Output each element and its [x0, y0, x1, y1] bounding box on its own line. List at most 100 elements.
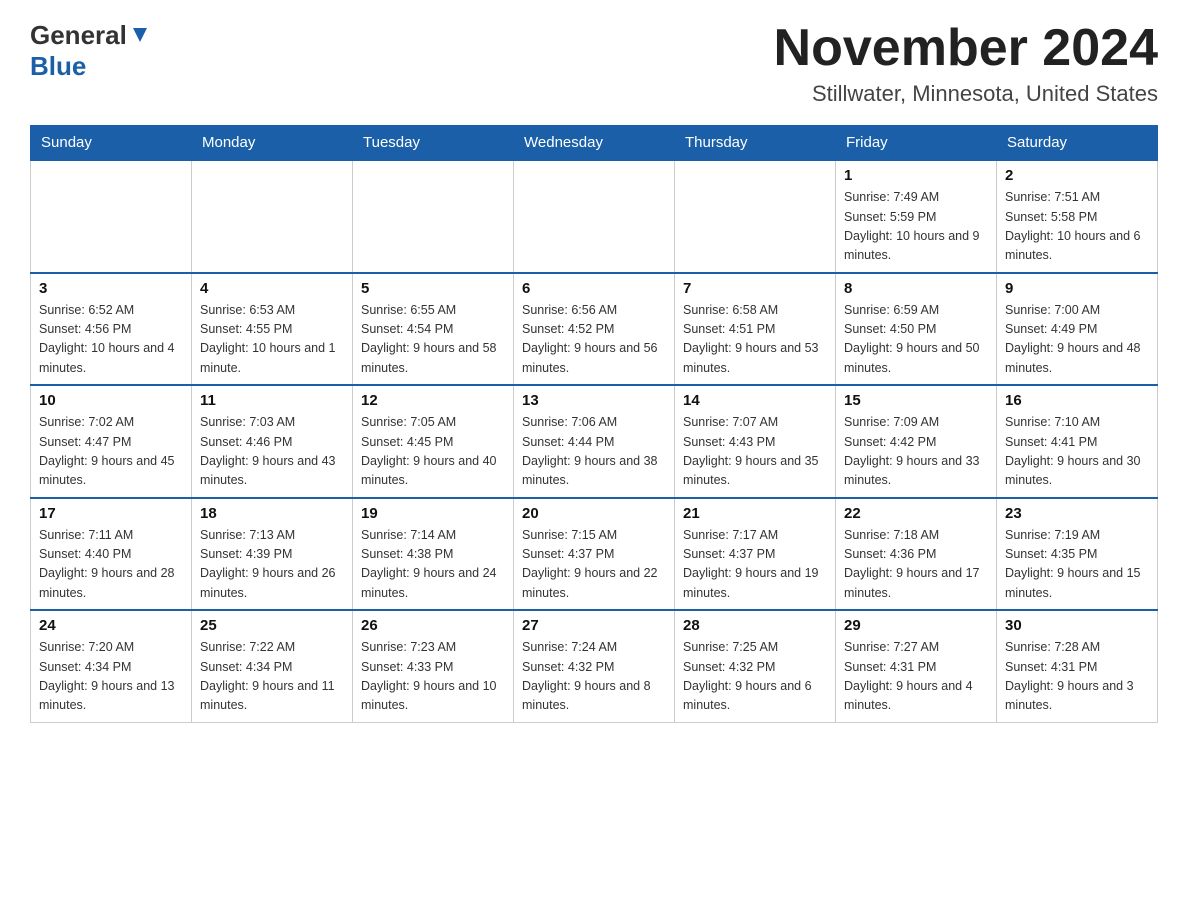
- day-info: Sunrise: 7:06 AM Sunset: 4:44 PM Dayligh…: [522, 413, 666, 491]
- day-info: Sunrise: 6:53 AM Sunset: 4:55 PM Dayligh…: [200, 301, 344, 379]
- calendar-day: [31, 160, 192, 273]
- day-info: Sunrise: 7:07 AM Sunset: 4:43 PM Dayligh…: [683, 413, 827, 491]
- day-number: 29: [844, 617, 988, 634]
- week-row-3: 10Sunrise: 7:02 AM Sunset: 4:47 PM Dayli…: [31, 385, 1158, 498]
- day-number: 9: [1005, 280, 1149, 297]
- day-number: 4: [200, 280, 344, 297]
- calendar-header-row: SundayMondayTuesdayWednesdayThursdayFrid…: [31, 126, 1158, 161]
- calendar-day: 9 Sunrise: 7:00 AM Sunset: 4:49 PM Daylig…: [997, 273, 1158, 386]
- day-info: Sunrise: 7:27 AM Sunset: 4:31 PM Dayligh…: [844, 638, 988, 716]
- day-number: 27: [522, 617, 666, 634]
- title-section: November 2024 Stillwater, Minnesota, Uni…: [774, 20, 1158, 107]
- day-info: Sunrise: 7:24 AM Sunset: 4:32 PM Dayligh…: [522, 638, 666, 716]
- day-info: Sunrise: 7:15 AM Sunset: 4:37 PM Dayligh…: [522, 526, 666, 604]
- calendar-day: 12 Sunrise: 7:05 AM Sunset: 4:45 PM Dayli…: [353, 385, 514, 498]
- calendar-table: SundayMondayTuesdayWednesdayThursdayFrid…: [30, 125, 1158, 723]
- calendar-day: 5Sunrise: 6:55 AM Sunset: 4:54 PM Daylig…: [353, 273, 514, 386]
- day-number: 6: [522, 280, 666, 297]
- day-info: Sunrise: 7:14 AM Sunset: 4:38 PM Dayligh…: [361, 526, 505, 604]
- day-info: Sunrise: 7:00 AM Sunset: 4:49 PM Dayligh…: [1005, 301, 1149, 379]
- day-number: 30: [1005, 617, 1149, 634]
- day-number: 5: [361, 280, 505, 297]
- logo: General Blue: [30, 20, 151, 82]
- calendar-day: 26 Sunrise: 7:23 AM Sunset: 4:33 PM Dayli…: [353, 610, 514, 722]
- calendar-day: 16Sunrise: 7:10 AM Sunset: 4:41 PM Dayli…: [997, 385, 1158, 498]
- day-number: 15: [844, 392, 988, 409]
- day-info: Sunrise: 6:59 AM Sunset: 4:50 PM Dayligh…: [844, 301, 988, 379]
- week-row-1: 1 Sunrise: 7:49 AM Sunset: 5:59 PM Daylig…: [31, 160, 1158, 273]
- logo-triangle-icon: [129, 24, 151, 46]
- day-info: Sunrise: 7:09 AM Sunset: 4:42 PM Dayligh…: [844, 413, 988, 491]
- day-info: Sunrise: 7:05 AM Sunset: 4:45 PM Dayligh…: [361, 413, 505, 491]
- location-title: Stillwater, Minnesota, United States: [774, 81, 1158, 107]
- day-number: 21: [683, 505, 827, 522]
- week-row-2: 3Sunrise: 6:52 AM Sunset: 4:56 PM Daylig…: [31, 273, 1158, 386]
- day-info: Sunrise: 7:19 AM Sunset: 4:35 PM Dayligh…: [1005, 526, 1149, 604]
- calendar-header-tuesday: Tuesday: [353, 126, 514, 161]
- calendar-day: 11Sunrise: 7:03 AM Sunset: 4:46 PM Dayli…: [192, 385, 353, 498]
- calendar-day: 7 Sunrise: 6:58 AM Sunset: 4:51 PM Daylig…: [675, 273, 836, 386]
- day-number: 1: [844, 167, 988, 184]
- calendar-header-saturday: Saturday: [997, 126, 1158, 161]
- calendar-day: 25 Sunrise: 7:22 AM Sunset: 4:34 PM Dayli…: [192, 610, 353, 722]
- calendar-day: 19 Sunrise: 7:14 AM Sunset: 4:38 PM Dayli…: [353, 498, 514, 611]
- day-number: 16: [1005, 392, 1149, 409]
- day-info: Sunrise: 7:23 AM Sunset: 4:33 PM Dayligh…: [361, 638, 505, 716]
- calendar-day: 1 Sunrise: 7:49 AM Sunset: 5:59 PM Daylig…: [836, 160, 997, 273]
- day-info: Sunrise: 7:02 AM Sunset: 4:47 PM Dayligh…: [39, 413, 183, 491]
- calendar-header-wednesday: Wednesday: [514, 126, 675, 161]
- logo-blue-text: Blue: [30, 51, 86, 81]
- day-number: 11: [200, 392, 344, 409]
- day-number: 25: [200, 617, 344, 634]
- calendar-day: 8 Sunrise: 6:59 AM Sunset: 4:50 PM Daylig…: [836, 273, 997, 386]
- calendar-day: 29 Sunrise: 7:27 AM Sunset: 4:31 PM Dayli…: [836, 610, 997, 722]
- week-row-4: 17 Sunrise: 7:11 AM Sunset: 4:40 PM Dayli…: [31, 498, 1158, 611]
- page-header: General Blue November 2024 Stillwater, M…: [30, 20, 1158, 107]
- day-number: 20: [522, 505, 666, 522]
- day-number: 14: [683, 392, 827, 409]
- calendar-day: 27 Sunrise: 7:24 AM Sunset: 4:32 PM Dayli…: [514, 610, 675, 722]
- day-info: Sunrise: 6:52 AM Sunset: 4:56 PM Dayligh…: [39, 301, 183, 379]
- calendar-day: 3Sunrise: 6:52 AM Sunset: 4:56 PM Daylig…: [31, 273, 192, 386]
- calendar-header-monday: Monday: [192, 126, 353, 161]
- day-info: Sunrise: 7:17 AM Sunset: 4:37 PM Dayligh…: [683, 526, 827, 604]
- day-number: 28: [683, 617, 827, 634]
- day-number: 19: [361, 505, 505, 522]
- day-info: Sunrise: 7:51 AM Sunset: 5:58 PM Dayligh…: [1005, 188, 1149, 266]
- day-info: Sunrise: 6:58 AM Sunset: 4:51 PM Dayligh…: [683, 301, 827, 379]
- calendar-day: 24Sunrise: 7:20 AM Sunset: 4:34 PM Dayli…: [31, 610, 192, 722]
- day-number: 22: [844, 505, 988, 522]
- day-info: Sunrise: 7:25 AM Sunset: 4:32 PM Dayligh…: [683, 638, 827, 716]
- day-info: Sunrise: 7:18 AM Sunset: 4:36 PM Dayligh…: [844, 526, 988, 604]
- calendar-day: [675, 160, 836, 273]
- calendar-day: [353, 160, 514, 273]
- calendar-day: 22 Sunrise: 7:18 AM Sunset: 4:36 PM Dayli…: [836, 498, 997, 611]
- day-info: Sunrise: 6:56 AM Sunset: 4:52 PM Dayligh…: [522, 301, 666, 379]
- day-info: Sunrise: 7:49 AM Sunset: 5:59 PM Dayligh…: [844, 188, 988, 266]
- logo-general-text: General: [30, 20, 127, 51]
- calendar-day: 10Sunrise: 7:02 AM Sunset: 4:47 PM Dayli…: [31, 385, 192, 498]
- calendar-day: 28 Sunrise: 7:25 AM Sunset: 4:32 PM Dayli…: [675, 610, 836, 722]
- day-info: Sunrise: 7:22 AM Sunset: 4:34 PM Dayligh…: [200, 638, 344, 716]
- month-title: November 2024: [774, 20, 1158, 77]
- day-number: 24: [39, 617, 183, 634]
- calendar-header-friday: Friday: [836, 126, 997, 161]
- week-row-5: 24Sunrise: 7:20 AM Sunset: 4:34 PM Dayli…: [31, 610, 1158, 722]
- day-number: 26: [361, 617, 505, 634]
- day-number: 7: [683, 280, 827, 297]
- calendar-header-thursday: Thursday: [675, 126, 836, 161]
- day-info: Sunrise: 7:11 AM Sunset: 4:40 PM Dayligh…: [39, 526, 183, 604]
- day-info: Sunrise: 7:28 AM Sunset: 4:31 PM Dayligh…: [1005, 638, 1149, 716]
- calendar-day: 6 Sunrise: 6:56 AM Sunset: 4:52 PM Daylig…: [514, 273, 675, 386]
- calendar-day: 18Sunrise: 7:13 AM Sunset: 4:39 PM Dayli…: [192, 498, 353, 611]
- calendar-day: 13Sunrise: 7:06 AM Sunset: 4:44 PM Dayli…: [514, 385, 675, 498]
- calendar-day: 2Sunrise: 7:51 AM Sunset: 5:58 PM Daylig…: [997, 160, 1158, 273]
- day-number: 8: [844, 280, 988, 297]
- calendar-day: [192, 160, 353, 273]
- day-number: 12: [361, 392, 505, 409]
- calendar-day: 14 Sunrise: 7:07 AM Sunset: 4:43 PM Dayli…: [675, 385, 836, 498]
- calendar-day: 17 Sunrise: 7:11 AM Sunset: 4:40 PM Dayli…: [31, 498, 192, 611]
- day-number: 17: [39, 505, 183, 522]
- calendar-day: 15 Sunrise: 7:09 AM Sunset: 4:42 PM Dayli…: [836, 385, 997, 498]
- calendar-day: 30 Sunrise: 7:28 AM Sunset: 4:31 PM Dayli…: [997, 610, 1158, 722]
